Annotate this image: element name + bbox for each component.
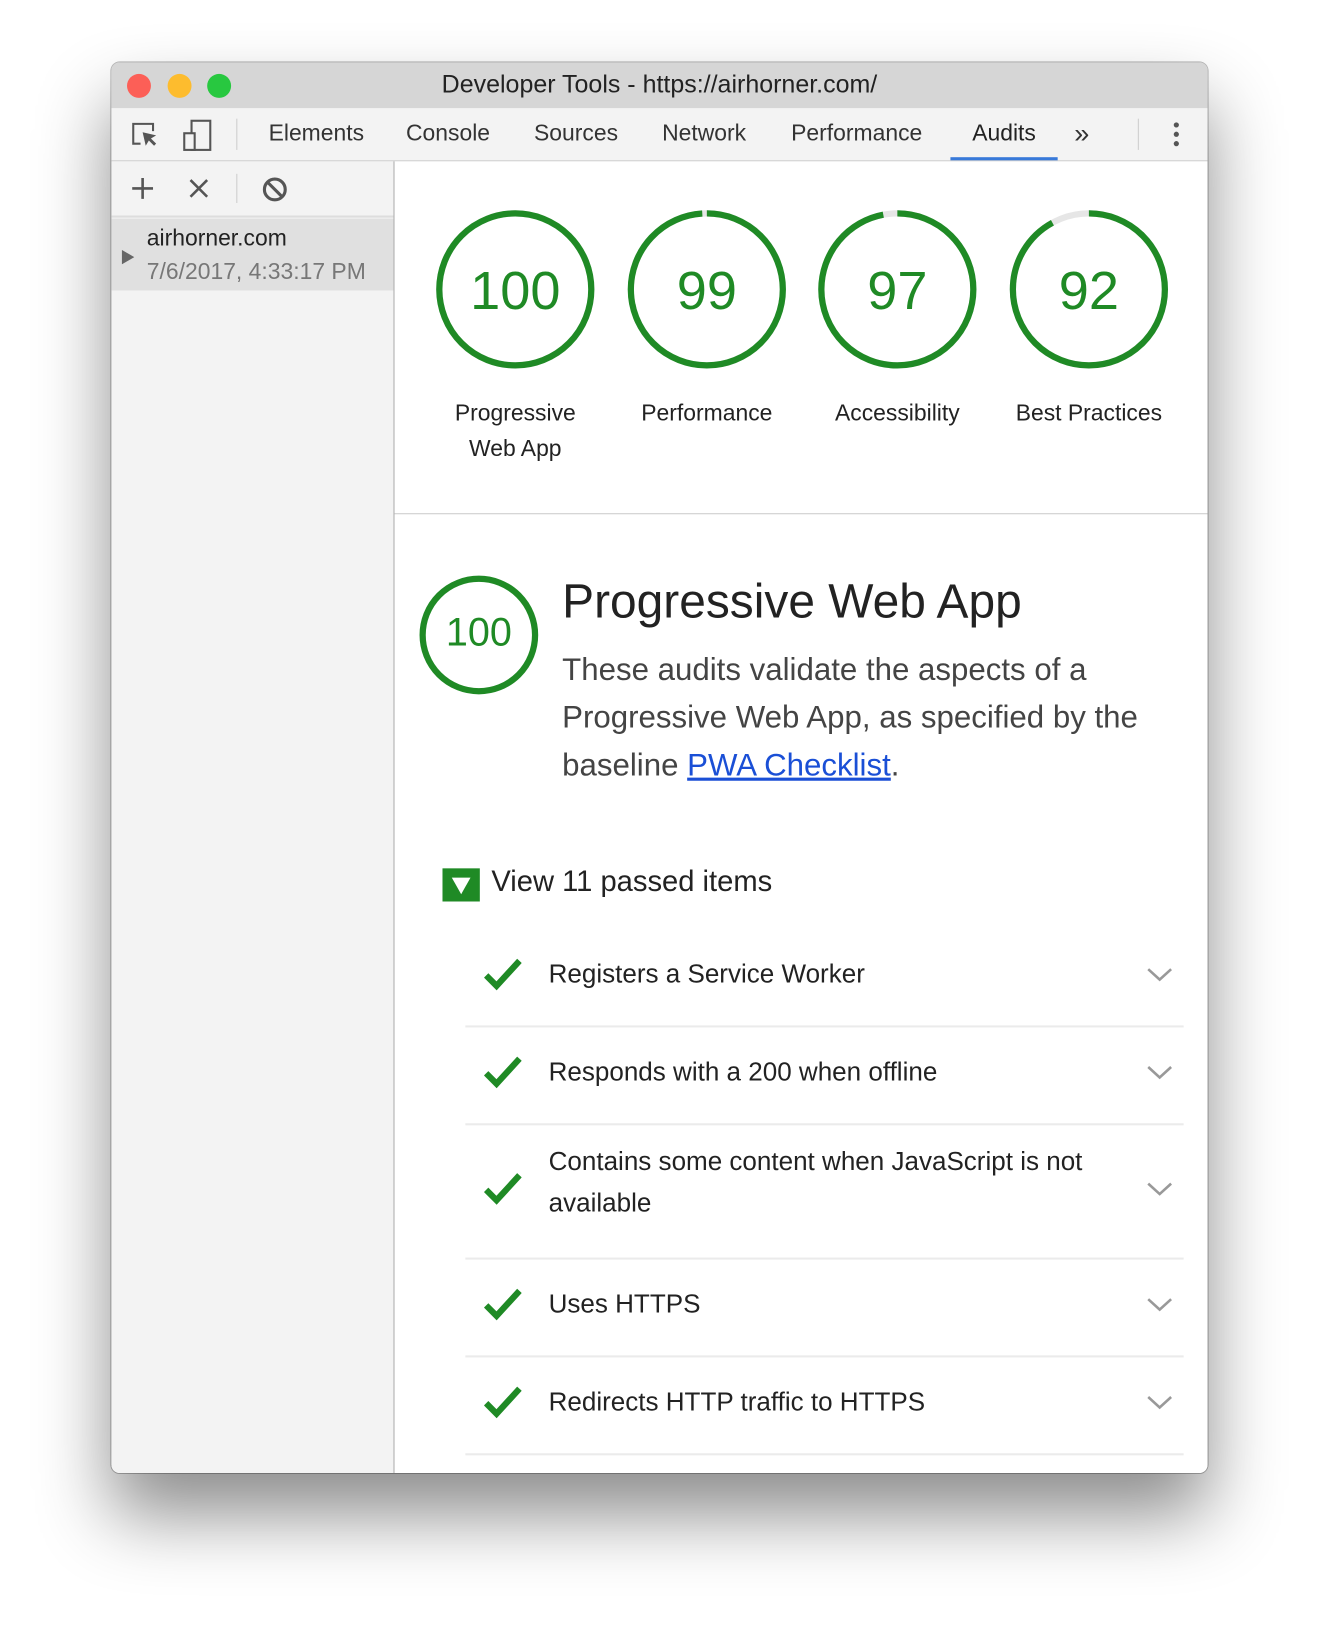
tab-audits[interactable]: Audits	[950, 108, 1058, 161]
tab-console[interactable]: Console	[406, 108, 490, 160]
gauge-label: Best Practices	[1015, 399, 1163, 426]
triangle-down-icon	[442, 868, 480, 902]
tab-sources[interactable]: Sources	[534, 108, 618, 160]
device-toolbar-icon[interactable]	[182, 119, 213, 152]
audit-item[interactable]: Responds with a 200 when offline	[465, 1025, 1184, 1126]
window-title: Developer Tools - https://airhorner.com/	[441, 70, 878, 99]
new-audit-plus-icon[interactable]	[130, 176, 155, 201]
audit-title: Contains some content when JavaScript is…	[548, 1147, 1083, 1218]
pass-check-icon	[484, 1386, 522, 1419]
gauge-score: 100	[470, 261, 561, 322]
expand-triangle-icon[interactable]	[121, 249, 135, 265]
gauge-score: 99	[676, 261, 737, 322]
gauge-label: Accessibility	[834, 399, 960, 426]
pwa-checklist-link[interactable]: PWA Checklist	[687, 748, 891, 782]
chevron-down-icon[interactable]	[1146, 1064, 1173, 1081]
report-site: airhorner.com	[146, 224, 287, 251]
audit-item[interactable]: Uses HTTPS	[465, 1258, 1184, 1358]
score-gauge-best-practices[interactable]: 92 Best Practices	[1008, 208, 1170, 431]
pass-check-icon	[484, 1056, 522, 1089]
audit-title: Uses HTTPS	[548, 1289, 701, 1319]
audit-title: Redirects HTTP traffic to HTTPS	[548, 1387, 926, 1417]
devtools-toolbar: Elements Console Sources Network Perform…	[111, 108, 1208, 162]
pass-check-icon	[484, 1172, 522, 1205]
pass-check-icon	[484, 1288, 522, 1321]
chevron-down-icon[interactable]	[1146, 966, 1173, 983]
tab-performance[interactable]: Performance	[791, 108, 922, 160]
section-title: Progressive Web App	[562, 573, 1022, 628]
inspect-element-icon[interactable]	[130, 121, 159, 150]
section-score: 100	[445, 611, 512, 655]
audits-sidebar: airhorner.com 7/6/2017, 4:33:17 PM	[111, 161, 395, 1474]
audit-title: Registers a Service Worker	[548, 959, 865, 989]
score-gauge-progressive-web-app[interactable]: 100 Progressive Web App	[434, 208, 596, 466]
tab-elements[interactable]: Elements	[269, 108, 364, 160]
passed-items-label: View 11 passed items	[491, 865, 773, 898]
report-timestamp: 7/6/2017, 4:33:17 PM	[146, 258, 366, 285]
gauge-score: 97	[867, 261, 928, 322]
more-options-icon[interactable]	[1166, 120, 1187, 151]
audit-report: 100 Progressive Web App 99 Performance 97 Acc…	[394, 161, 1208, 1474]
audit-item[interactable]: Registers a Service Worker	[465, 928, 1184, 1028]
tab-network[interactable]: Network	[662, 108, 746, 160]
clear-close-icon[interactable]	[187, 177, 210, 200]
chevron-down-icon[interactable]	[1146, 1296, 1173, 1313]
gauge-score: 92	[1058, 261, 1119, 322]
clear-all-block-icon[interactable]	[260, 175, 289, 204]
gauge-label: Progressive Web App	[454, 399, 576, 462]
section-description: These audits validate the aspects of a P…	[562, 646, 1197, 790]
audit-item[interactable]: Contains some content when JavaScript is…	[465, 1123, 1184, 1260]
title-bar: Developer Tools - https://airhorner.com/	[111, 62, 1208, 109]
gauge-label: Performance	[641, 399, 773, 426]
pass-check-icon	[484, 958, 522, 991]
score-gauge-accessibility[interactable]: 97 Accessibility	[816, 208, 978, 431]
audit-title: Responds with a 200 when offline	[548, 1057, 938, 1087]
more-tabs-button[interactable]: »	[1074, 108, 1089, 160]
chevron-down-icon[interactable]	[1146, 1394, 1173, 1411]
description-period: .	[890, 748, 900, 783]
score-gauge-performance[interactable]: 99 Performance	[626, 208, 788, 431]
devtools-window: Developer Tools - https://airhorner.com/…	[111, 62, 1208, 1474]
audit-item[interactable]: Redirects HTTP traffic to HTTPS	[465, 1355, 1184, 1456]
chevron-down-icon[interactable]	[1146, 1180, 1173, 1197]
audit-report-item[interactable]: airhorner.com 7/6/2017, 4:33:17 PM	[111, 218, 394, 291]
